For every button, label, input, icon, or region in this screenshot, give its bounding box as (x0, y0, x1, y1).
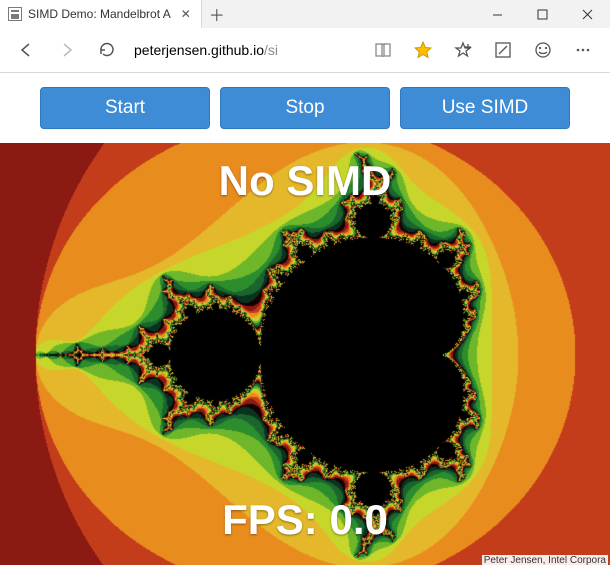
start-button[interactable]: Start (40, 87, 210, 129)
page-favicon (8, 7, 22, 21)
add-favorite-icon[interactable] (444, 31, 482, 69)
page-content: Start Stop Use SIMD No SIMD FPS: 0.0 Pet… (0, 73, 610, 565)
active-tab[interactable]: SIMD Demo: Mandelbrot A ✕ (0, 0, 202, 28)
refresh-button[interactable] (88, 31, 126, 69)
back-button[interactable] (8, 31, 46, 69)
browser-chrome: SIMD Demo: Mandelbrot A ✕ ＋ peterjensen.… (0, 0, 610, 73)
close-window-button[interactable] (565, 0, 610, 28)
mode-label: No SIMD (0, 157, 610, 205)
tab-title: SIMD Demo: Mandelbrot A (28, 7, 171, 21)
toolbar: peterjensen.github.io/si (0, 28, 610, 72)
feedback-icon[interactable] (524, 31, 562, 69)
address-bar[interactable]: peterjensen.github.io/si (128, 36, 324, 64)
tab-strip: SIMD Demo: Mandelbrot A ✕ ＋ (0, 0, 610, 28)
close-tab-icon[interactable]: ✕ (181, 8, 191, 20)
reading-view-icon[interactable] (364, 31, 402, 69)
maximize-button[interactable] (520, 0, 565, 28)
new-tab-button[interactable]: ＋ (202, 0, 232, 28)
credit-label: Peter Jensen, Intel Corpora (482, 555, 608, 565)
render-stage: No SIMD FPS: 0.0 Peter Jensen, Intel Cor… (0, 143, 610, 565)
favorite-star-icon[interactable] (404, 31, 442, 69)
forward-button[interactable] (48, 31, 86, 69)
notes-icon[interactable] (484, 31, 522, 69)
control-bar: Start Stop Use SIMD (0, 73, 610, 145)
url-host: peterjensen.github.io (134, 42, 264, 58)
stop-button[interactable]: Stop (220, 87, 390, 129)
simd-button[interactable]: Use SIMD (400, 87, 570, 129)
fps-label: FPS: 0.0 (0, 496, 610, 544)
minimize-button[interactable] (475, 0, 520, 28)
more-icon[interactable] (564, 31, 602, 69)
url-path: /si (264, 42, 278, 58)
